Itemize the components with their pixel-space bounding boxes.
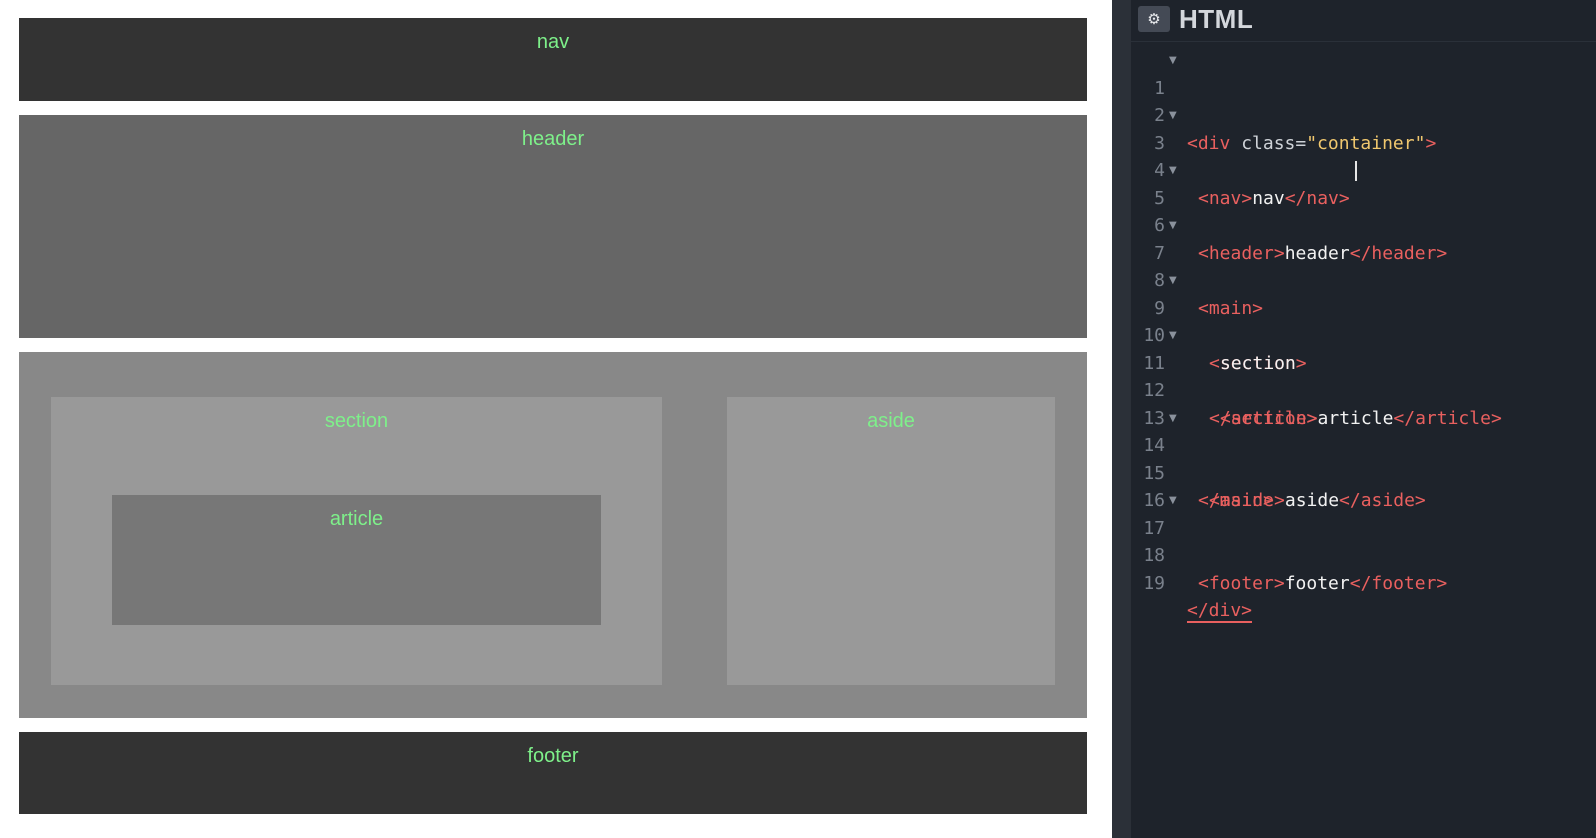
code-line[interactable]: 3 ▼ <nav>nav</nav> bbox=[1131, 102, 1596, 209]
aside-block: aside bbox=[727, 397, 1055, 685]
fold-arrow-icon[interactable]: ▼ bbox=[1169, 47, 1177, 75]
nav-label: nav bbox=[536, 31, 570, 53]
code-line[interactable]: 7 ▼ <main> bbox=[1131, 212, 1596, 319]
code-area[interactable]: 1 ▼ <div class="container"> 2 3 ▼ <nav>n… bbox=[1131, 47, 1596, 623]
code-line[interactable]: 6 bbox=[1131, 185, 1596, 236]
article-block: article bbox=[112, 495, 601, 625]
header-label: header bbox=[521, 128, 585, 150]
code-line[interactable]: 1 ▼ <div class="container"> bbox=[1131, 47, 1596, 154]
aside-label: aside bbox=[867, 410, 915, 432]
code-line[interactable]: 9 ▼ <section> bbox=[1131, 267, 1596, 374]
code-line[interactable]: 2 bbox=[1131, 75, 1596, 126]
fold-arrow-icon[interactable]: ▼ bbox=[1169, 212, 1177, 240]
html-editor-pane: ⚙ HTML 1 ▼ <div class="container"> 2 3 ▼… bbox=[1131, 0, 1596, 838]
fold-arrow-icon[interactable]: ▼ bbox=[1169, 102, 1177, 130]
code-token: <footer> bbox=[1198, 572, 1285, 594]
fold-arrow-icon[interactable]: ▼ bbox=[1169, 267, 1177, 295]
footer-block: footer bbox=[19, 732, 1087, 814]
gear-icon: ⚙ bbox=[1147, 10, 1161, 28]
fold-arrow-icon[interactable]: ▼ bbox=[1169, 157, 1177, 185]
code-line[interactable]: 10 section bbox=[1131, 295, 1596, 374]
line-number: 19 bbox=[1143, 572, 1165, 594]
header-block: header bbox=[19, 115, 1087, 338]
code-line[interactable]: 8 bbox=[1131, 240, 1596, 291]
fold-arrow-icon[interactable]: ▼ bbox=[1169, 487, 1177, 515]
pane-resize-handle[interactable] bbox=[1112, 0, 1131, 838]
text-cursor bbox=[1355, 161, 1357, 181]
code-line[interactable]: 11 ▼ <article>article</article> bbox=[1131, 322, 1596, 429]
code-line[interactable]: 12 </section> bbox=[1131, 350, 1596, 429]
code-line[interactable]: 5 ▼ <header>header</header> bbox=[1131, 157, 1596, 264]
code-line[interactable]: 17 ▼ <footer>footer</footer> bbox=[1131, 487, 1596, 594]
code-token: footer bbox=[1284, 572, 1350, 594]
code-line[interactable]: 19 </div> bbox=[1131, 542, 1596, 623]
footer-label: footer bbox=[527, 745, 579, 767]
code-token: </div> bbox=[1187, 600, 1253, 623]
code-token: </footer> bbox=[1349, 572, 1448, 594]
section-label: section bbox=[324, 410, 389, 432]
fold-arrow-icon[interactable]: ▼ bbox=[1169, 405, 1177, 433]
editor-title: HTML bbox=[1179, 4, 1254, 34]
fold-arrow-icon[interactable]: ▼ bbox=[1169, 322, 1177, 350]
code-line[interactable]: 18 bbox=[1131, 515, 1596, 566]
code-line[interactable]: 13 bbox=[1131, 377, 1596, 429]
code-line[interactable]: 4 bbox=[1131, 130, 1596, 181]
code-line[interactable]: 16 bbox=[1131, 460, 1596, 511]
code-line[interactable]: 15 </main> bbox=[1131, 432, 1596, 512]
settings-button[interactable]: ⚙ bbox=[1138, 6, 1170, 32]
code-line[interactable]: 14 ▼ <aside>aside</aside> bbox=[1131, 405, 1596, 512]
editor-header: ⚙ HTML bbox=[1131, 0, 1596, 42]
preview-pane: nav header section article aside footer bbox=[0, 0, 1112, 838]
article-label: article bbox=[329, 508, 384, 530]
nav-block: nav bbox=[19, 18, 1087, 101]
